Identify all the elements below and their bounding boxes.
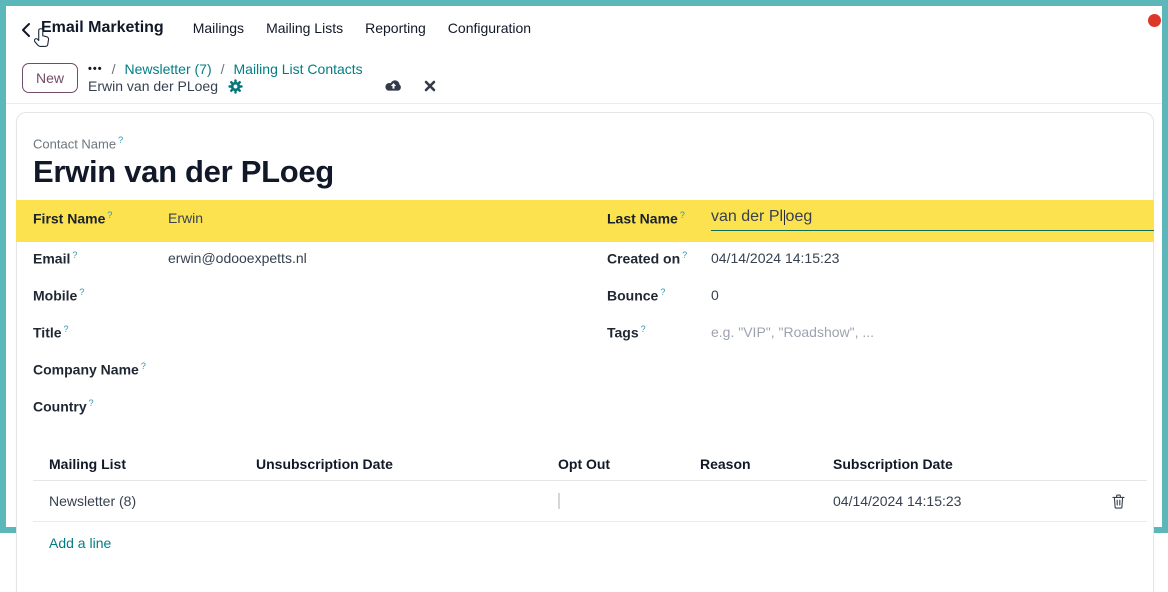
nav-item-mailings[interactable]: Mailings [182, 20, 255, 36]
help-icon[interactable]: ? [682, 250, 687, 260]
company-name-label: Company Name? [33, 361, 168, 378]
title-value[interactable] [168, 324, 607, 341]
breadcrumb-separator: / [112, 61, 116, 77]
breadcrumb-separator: / [221, 61, 225, 77]
save-cloud-upload-icon[interactable] [384, 79, 403, 93]
mobile-value[interactable] [168, 287, 607, 304]
bounce-value: 0 [711, 287, 1147, 304]
discard-x-icon[interactable] [424, 80, 436, 92]
contact-name-label: Contact Name? [33, 135, 1147, 151]
nav-item-mailing-lists[interactable]: Mailing Lists [255, 20, 354, 36]
mailing-list-table: Mailing List Unsubscription Date Opt Out… [33, 448, 1147, 551]
recording-dot-icon [1148, 14, 1161, 27]
breadcrumb: ••• / Newsletter (7) / Mailing List Cont… [88, 61, 436, 94]
opt-out-checkbox[interactable] [558, 493, 560, 509]
tags-input[interactable]: e.g. "VIP", "Roadshow", ... [711, 324, 1147, 341]
first-name-label: First Name? [33, 210, 168, 227]
odoo-email-marketing-window: { "nav": { "app_name": "Email Marketing"… [0, 0, 1168, 533]
gear-icon[interactable] [228, 79, 243, 94]
help-icon[interactable]: ? [141, 361, 146, 371]
col-header-subscription-date[interactable]: Subscription Date [817, 456, 1075, 472]
email-label: Email? [33, 250, 168, 267]
panel-divider [6, 103, 1162, 104]
contact-form-card: Contact Name? Erwin van der PLoeg First … [16, 112, 1154, 592]
cell-mailing-list[interactable]: Newsletter (8) [33, 493, 240, 509]
created-on-label: Created on? [607, 250, 711, 267]
help-icon[interactable]: ? [118, 135, 123, 145]
col-header-opt-out[interactable]: Opt Out [542, 456, 684, 472]
nav-item-configuration[interactable]: Configuration [437, 20, 542, 36]
table-row[interactable]: Newsletter (8) 04/14/2024 14:15:23 [33, 481, 1147, 522]
col-header-reason[interactable]: Reason [684, 456, 817, 472]
created-on-value: 04/14/2024 14:15:23 [711, 250, 1147, 267]
help-icon[interactable]: ? [680, 210, 685, 220]
tags-label: Tags? [607, 324, 711, 341]
cell-subscription-date[interactable]: 04/14/2024 14:15:23 [817, 493, 1075, 509]
breadcrumb-link-newsletter[interactable]: Newsletter (7) [124, 61, 211, 77]
table-header-row: Mailing List Unsubscription Date Opt Out… [33, 448, 1147, 481]
company-name-value[interactable] [168, 361, 607, 378]
country-label: Country? [33, 398, 168, 415]
help-icon[interactable]: ? [64, 324, 69, 334]
help-icon[interactable]: ? [79, 287, 84, 297]
country-value[interactable] [168, 398, 607, 415]
new-button[interactable]: New [22, 63, 78, 93]
last-name-input[interactable]: van der Ploeg [711, 208, 1154, 231]
bounce-label: Bounce? [607, 287, 711, 304]
first-name-value[interactable]: Erwin [168, 210, 607, 227]
top-nav: Email Marketing Mailings Mailing Lists R… [6, 6, 1162, 50]
breadcrumb-link-mailing-list-contacts[interactable]: Mailing List Contacts [234, 61, 363, 77]
delete-row-trash-icon[interactable] [1075, 494, 1147, 509]
mobile-label: Mobile? [33, 287, 168, 304]
help-icon[interactable]: ? [641, 324, 646, 334]
nav-item-reporting[interactable]: Reporting [354, 20, 437, 36]
control-panel: New ••• / Newsletter (7) / Mailing List … [6, 50, 1162, 103]
breadcrumb-ellipsis[interactable]: ••• [88, 63, 103, 75]
help-icon[interactable]: ? [660, 287, 665, 297]
help-icon[interactable]: ? [107, 210, 112, 220]
col-header-unsubscription-date[interactable]: Unsubscription Date [240, 456, 542, 472]
app-title[interactable]: Email Marketing [41, 19, 164, 37]
col-header-mailing-list[interactable]: Mailing List [33, 456, 240, 472]
name-fields-highlight-band: First Name? Erwin Last Name? van der Plo… [16, 200, 1154, 242]
title-label: Title? [33, 324, 168, 341]
last-name-label: Last Name? [607, 210, 711, 231]
breadcrumb-record-name: Erwin van der PLoeg [88, 78, 218, 94]
help-icon[interactable]: ? [89, 398, 94, 408]
contact-name-value[interactable]: Erwin van der PLoeg [33, 154, 1147, 190]
hand-cursor-icon [34, 27, 51, 53]
email-value[interactable]: erwin@odooexpetts.nl [168, 250, 607, 267]
help-icon[interactable]: ? [72, 250, 77, 260]
add-a-line-link[interactable]: Add a line [49, 535, 111, 551]
